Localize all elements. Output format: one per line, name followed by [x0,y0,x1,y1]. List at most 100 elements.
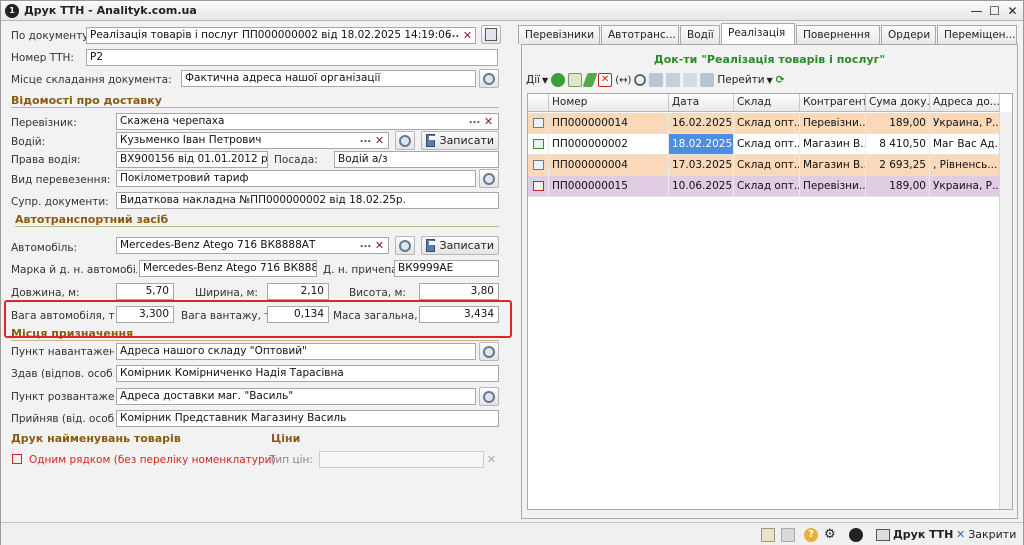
nomer-ttn-field[interactable]: Р2 [86,49,498,66]
dovzhyna-field[interactable]: 5,70 [116,283,174,300]
refresh-icon[interactable]: ⟳ [776,72,785,88]
po-dokumentu-label: По документу: [11,30,93,42]
pryinyav-field[interactable]: Комірник Представник Магазину Василь [116,410,499,427]
cell-kontragent: Перевізни... [800,113,866,133]
dovzhyna-label: Довжина, м: [11,287,80,299]
filter-clear-icon[interactable] [683,73,698,87]
supr-field[interactable]: Видаткова накладна №ПП000000002 від 18.0… [116,192,499,209]
shyryna-field[interactable]: 2,10 [267,283,329,300]
misce-field[interactable]: Фактична адреса нашої організації [181,70,476,87]
typ-cin-clear-icon[interactable]: ✕ [485,452,498,467]
punkt-rozv-field[interactable]: Адреса доставки маг. "Василь" [116,388,476,405]
goto-menu[interactable]: Перейти ▼ [717,72,772,88]
zdav-field[interactable]: Комірник Комірниченко Надія Тарасівна [116,365,499,382]
tab-povernennya[interactable]: Повернення [796,25,880,44]
table-row[interactable]: ПП000000014 16.02.2025 ... Склад опт... … [528,113,1000,134]
find-icon[interactable] [634,74,647,86]
vodiy-field[interactable]: Кузьменко Іван Петрович [116,132,389,149]
vodiy-clear-icon[interactable]: ✕ [373,133,386,148]
search-icon[interactable] [395,236,415,255]
avto-select-button[interactable]: ... [359,238,372,253]
save-label: Записати [439,134,494,147]
settings-icon[interactable]: ⚙ [824,526,836,543]
vertical-scrollbar[interactable] [999,112,1012,509]
avto-clear-icon[interactable]: ✕ [373,238,386,253]
document-icon [528,155,549,175]
perevoznyk-field[interactable]: Скажена черепаха [116,113,499,130]
tab-ordery[interactable]: Ордери [881,25,936,44]
column-kontragent[interactable]: Контрагент [800,94,866,111]
perevoznyk-clear-icon[interactable]: ✕ [482,114,495,129]
po-dokumentu-select-button[interactable]: ... [447,28,460,43]
posada-label: Посада: [274,154,318,166]
search-icon[interactable] [479,69,499,88]
close-button[interactable]: ✕ Закрити [956,526,1016,543]
edit-icon[interactable] [582,73,598,87]
shyryna-label: Ширина, м: [195,287,258,299]
punkt-nav-label: Пункт навантажен... [11,346,114,358]
table-header: Номер Дата Склад Контрагент Сума доку...… [528,94,1000,112]
column-data[interactable]: Дата [669,94,734,111]
avto-field[interactable]: Mercedes-Benz Atego 716 ВК8888АТ [116,237,389,254]
help-icon[interactable]: ? [804,526,818,543]
maximize-button[interactable]: ☐ [987,4,1002,18]
vodiy-save-button[interactable]: Записати [421,131,499,150]
copy-icon[interactable] [568,73,583,87]
delete-icon[interactable]: ✕ [598,73,613,87]
marka-field[interactable]: Mercedes-Benz Atego 716 ВК8888АТ [139,260,317,277]
search-icon[interactable] [479,169,499,188]
close-window-button[interactable]: ✕ [1005,4,1020,18]
odnym-ryadkom-checkbox[interactable] [12,454,22,464]
filter-icon[interactable] [649,73,664,87]
document-icon [528,113,549,133]
print-ttn-button[interactable]: Друк ТТН [876,526,953,543]
view-icon[interactable] [781,526,795,543]
prava-field[interactable]: ВХ900156 від 01.01.2012 року [116,151,268,168]
actions-menu[interactable]: Дії ▼ [526,72,548,88]
punkt-nav-field[interactable]: Адреса нашого складу "Оптовий" [116,343,476,360]
perevoznyk-select-button[interactable]: ... [468,114,481,129]
edit-doc-icon[interactable] [761,526,775,543]
vodiy-label: Водій: [11,136,46,148]
search-icon[interactable] [395,131,415,150]
vysota-label: Висота, м: [349,287,406,299]
table-row[interactable]: ПП000000004 17.03.2025 ... Склад опт... … [528,155,1000,176]
app-logo-icon[interactable] [849,526,863,543]
typ-cin-field[interactable] [319,451,484,468]
tab-peremishchennya[interactable]: Переміщен... [937,25,1017,44]
tab-avtotrans[interactable]: Автотранс... [601,25,679,44]
exchange-icon[interactable] [700,73,715,87]
avto-save-button[interactable]: Записати [421,236,499,255]
search-icon[interactable] [479,342,499,361]
tab-realizaciya[interactable]: Реалізація [721,23,795,44]
tab-perevoznyky[interactable]: Перевізники [518,25,600,44]
tree-icon[interactable]: (↔) [615,72,631,88]
po-dokumentu-field[interactable]: Реалізація товарів і послуг ПП000000002 … [86,27,476,44]
filter-list-icon[interactable] [666,73,681,87]
column-adresa[interactable]: Адреса до... [930,94,1000,111]
table-row[interactable]: ПП000000015 10.06.2025 ... Склад опт... … [528,176,1000,197]
column-nomer[interactable]: Номер [549,94,669,111]
column-suma[interactable]: Сума доку... [866,94,930,111]
cell-suma: 2 693,25 [866,155,930,175]
highlight-box [4,300,512,338]
prychep-field[interactable]: ВК9999АЕ [394,260,499,277]
minimize-button[interactable]: — [969,4,984,18]
vysota-field[interactable]: 3,80 [419,283,499,300]
title-bar: 1 Друк ТТН - Analityk.com.ua — ☐ ✕ [1,1,1023,21]
section-prices: Ціни [271,432,301,445]
printer-icon [876,528,890,541]
marka-label: Марка й д. н. автомобіля: [11,264,137,276]
calculator-icon[interactable] [481,25,501,44]
table-row[interactable]: ПП000000002 18.02.2025 ... Склад опт... … [528,134,1000,155]
search-icon[interactable] [479,387,499,406]
toolbar: Дії ▼ ✕ (↔) Перейти ▼ ⟳ [526,69,1014,91]
column-sklad[interactable]: Склад [734,94,800,111]
add-icon[interactable] [551,73,566,87]
vodiy-select-button[interactable]: ... [359,133,372,148]
tab-vodii[interactable]: Водії [680,25,720,44]
posada-field[interactable]: Водій а/з [334,151,499,168]
vyd-field[interactable]: Покілометровий тариф [116,170,476,187]
documents-panel: Док-ти "Реалізація товарів і послуг" Дії… [521,44,1018,519]
po-dokumentu-clear-icon[interactable]: ✕ [461,28,474,43]
